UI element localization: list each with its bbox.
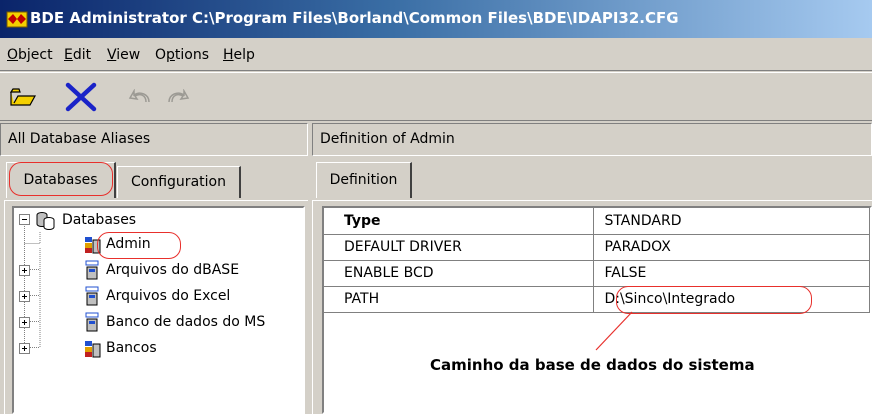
tree-label-bancos: Bancos <box>106 340 157 356</box>
alias-bancos-icon <box>85 341 101 358</box>
redo-icon[interactable] <box>164 89 190 105</box>
property-key: DEFAULT DRIVER <box>324 234 595 261</box>
property-value[interactable]: STANDARD <box>593 208 870 235</box>
menu-options[interactable]: Options <box>155 47 209 63</box>
window-title: BDE Administrator C:\Program Files\Borla… <box>30 9 679 27</box>
annotation-caption: Caminho da base de dados do sistema <box>430 356 755 374</box>
tree-label-excel: Arquivos do Excel <box>106 288 231 304</box>
tree-label-dbase: Arquivos do dBASE <box>106 262 240 278</box>
left-pane-header: All Database Aliases <box>0 123 308 156</box>
tree-item-dbase[interactable]: Arquivos do dBASE <box>14 260 303 282</box>
property-row[interactable]: DEFAULT DRIVER PARADOX <box>324 234 870 261</box>
delete-x-icon[interactable] <box>64 82 98 112</box>
property-key: Type <box>324 208 595 235</box>
toolbar <box>0 72 872 121</box>
title-bar[interactable]: BDE Administrator C:\Program Files\Borla… <box>0 0 872 38</box>
property-row[interactable]: ENABLE BCD FALSE <box>324 260 870 287</box>
alias-tree[interactable]: Databases Admin Arquivos do dBASE Arquiv… <box>12 206 305 414</box>
expand-icon[interactable] <box>19 317 30 328</box>
expand-icon[interactable] <box>19 291 30 302</box>
property-value[interactable]: FALSE <box>593 260 870 287</box>
tree-item-excel[interactable]: Arquivos do Excel <box>14 286 303 308</box>
property-row[interactable]: Type STANDARD <box>324 208 870 235</box>
undo-icon[interactable] <box>128 89 154 105</box>
right-pane-header: Definition of Admin <box>312 123 872 156</box>
bde-app-icon <box>6 11 28 28</box>
tree-item-bancos[interactable]: Bancos <box>14 338 303 360</box>
expand-icon[interactable] <box>19 265 30 276</box>
alias-driver-icon <box>85 260 99 280</box>
tree-label-ms: Banco de dados do MS <box>106 314 266 330</box>
path-highlight <box>616 286 812 314</box>
property-key: PATH <box>324 286 595 313</box>
alias-driver-icon <box>85 286 99 306</box>
tab-definition[interactable]: Definition <box>316 162 412 198</box>
tree-item-ms[interactable]: Banco de dados do MS <box>14 312 303 334</box>
property-value[interactable]: PARADOX <box>593 234 870 261</box>
menu-bar: Object Edit View Options Help <box>0 38 872 71</box>
property-key: ENABLE BCD <box>324 260 595 287</box>
admin-highlight <box>97 232 181 259</box>
expand-icon[interactable] <box>19 343 30 354</box>
tab-configuration[interactable]: Configuration <box>117 166 241 198</box>
open-folder-icon[interactable] <box>10 87 36 107</box>
menu-edit[interactable]: Edit <box>64 47 91 63</box>
databases-tab-highlight <box>9 162 113 196</box>
menu-object[interactable]: Object <box>7 47 53 63</box>
menu-view[interactable]: View <box>107 47 140 63</box>
menu-help[interactable]: Help <box>223 47 255 63</box>
alias-driver-icon <box>85 312 99 332</box>
annotation-pointer-line <box>595 311 633 351</box>
